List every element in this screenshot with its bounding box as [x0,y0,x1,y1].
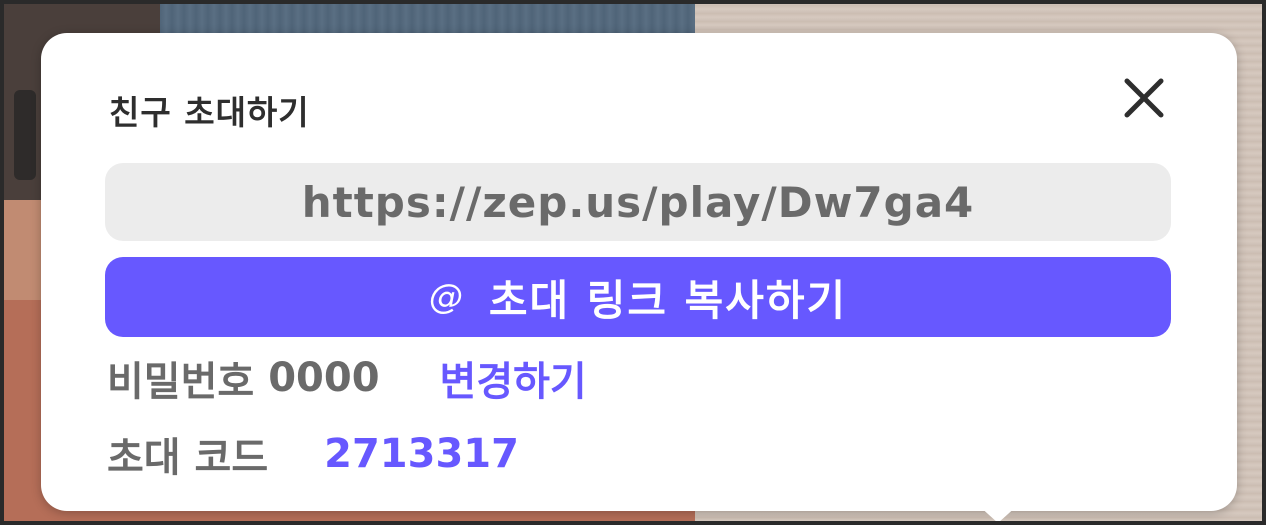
invite-code-row: 초대 코드 2713317 [107,429,519,481]
close-icon [1124,78,1164,118]
invite-code-label: 초대 코드 [107,435,269,481]
invite-friends-popup: 친구 초대하기 https://zep.us/play/Dw7ga4 @ 초대 … [41,33,1237,511]
invite-code-value[interactable]: 2713317 [324,431,519,477]
password-row: 비밀번호 0000 변경하기 [107,353,587,405]
password-label: 비밀번호 [107,359,255,405]
invite-url-text: https://zep.us/play/Dw7ga4 [301,177,975,227]
invite-url-field[interactable]: https://zep.us/play/Dw7ga4 [105,163,1171,241]
change-password-link[interactable]: 변경하기 [440,349,587,407]
popup-tail [978,505,1018,523]
background-scene [14,90,36,180]
game-screen: 친구 초대하기 https://zep.us/play/Dw7ga4 @ 초대 … [0,0,1266,525]
popup-title: 친구 초대하기 [109,93,310,132]
link-icon: @ [428,277,463,317]
copy-invite-link-button[interactable]: @ 초대 링크 복사하기 [105,257,1171,337]
copy-invite-link-label: 초대 링크 복사하기 [488,275,848,325]
close-button[interactable] [1119,73,1169,123]
password-value: 0000 [268,355,380,401]
